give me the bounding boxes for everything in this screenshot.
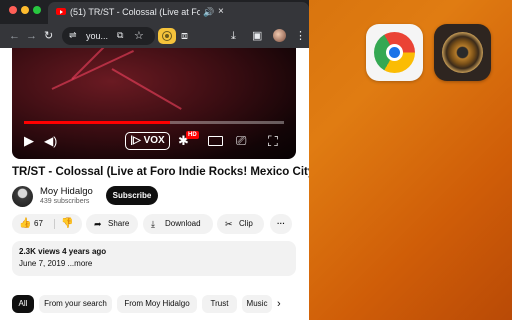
youtube-watch-page: ▶ ◀) |▷ VOX ✱ HD ⎚ ⛶ TR/ST - Colossal (L…	[0, 48, 309, 320]
speaker-cone-icon	[442, 32, 483, 73]
zoom-window-button[interactable]	[33, 6, 41, 14]
like-divider	[54, 219, 55, 229]
browser-toolbar: ← → ↻ ⇌ you... ⧉ ☆ ⧈ ⤓ ▣ ⋮	[0, 24, 309, 48]
chrome-center-icon	[386, 44, 403, 61]
chip-from-your-search[interactable]: From your search	[39, 295, 112, 313]
video-progress-bar[interactable]	[24, 121, 284, 124]
scissors-icon: ✂	[225, 219, 233, 229]
clip-button[interactable]: ✂ Clip	[217, 214, 264, 234]
video-actions: 👍 67 👎 ➦ Share ⤓ Download ✂ Clip ···	[12, 214, 302, 234]
more-actions-button[interactable]: ···	[270, 214, 292, 234]
upload-date[interactable]: June 7, 2019 ...more	[19, 259, 92, 268]
downloads-icon[interactable]: ⤓	[231, 29, 236, 43]
browser-menu-icon[interactable]: ⋮	[295, 29, 306, 43]
address-text[interactable]: you...	[86, 31, 108, 41]
browser-window: (51) TR/ST - Colossal (Live at Foro Indi…	[0, 0, 309, 320]
thumbs-up-icon[interactable]: 👍	[19, 214, 31, 234]
cast-media-icon[interactable]: ⧉	[117, 30, 123, 41]
back-arrow-icon[interactable]: ←	[9, 29, 20, 43]
view-stats: 2.3K views 4 years ago	[19, 247, 107, 256]
chrome-logo-icon	[374, 32, 415, 73]
share-button[interactable]: ➦ Share	[86, 214, 138, 234]
tab-close-icon[interactable]: ×	[218, 6, 224, 17]
video-progress-fill	[24, 121, 170, 124]
chip-trust[interactable]: Trust	[202, 295, 237, 313]
extensions-puzzle-icon[interactable]: ⧈	[181, 29, 188, 43]
tab-bar: (51) TR/ST - Colossal (Live at Foro Indi…	[0, 0, 309, 24]
hd-badge: HD	[186, 131, 199, 139]
description-box[interactable]: 2.3K views 4 years ago June 7, 2019 ...m…	[12, 241, 296, 276]
share-label: Share	[108, 219, 130, 228]
extension-icon	[163, 32, 171, 40]
subscriber-count: 439 subscribers	[40, 198, 90, 205]
play-icon[interactable]: ▶	[24, 133, 34, 149]
vox-button[interactable]: |▷ VOX	[125, 132, 170, 150]
minimize-window-button[interactable]	[21, 6, 29, 14]
youtube-favicon-icon	[56, 8, 66, 15]
google-chrome-app-icon[interactable]	[366, 24, 423, 81]
forward-arrow-icon[interactable]: →	[26, 29, 37, 43]
reload-icon[interactable]: ↻	[44, 29, 53, 43]
cast-icon[interactable]: ⎚	[236, 133, 246, 149]
video-title: TR/ST - Colossal (Live at Foro Indie Roc…	[12, 166, 309, 178]
site-info-icon[interactable]: ⇌	[69, 30, 77, 41]
chip-from-moy-hidalgo[interactable]: From Moy Hidalgo	[117, 295, 197, 313]
chip-music[interactable]: Music	[242, 295, 272, 313]
profile-avatar[interactable]	[273, 29, 286, 42]
like-count[interactable]: 67	[34, 214, 43, 234]
video-frame-light	[111, 68, 182, 110]
related-filter-chips: All From your search From Moy Hidalgo Tr…	[12, 295, 309, 313]
clip-label: Clip	[239, 219, 253, 228]
speaker-app-icon[interactable]	[434, 24, 491, 81]
bookmark-star-icon[interactable]: ☆	[134, 29, 144, 42]
audio-playing-icon[interactable]: 🔊	[203, 7, 214, 18]
channel-avatar[interactable]	[12, 186, 33, 207]
volume-icon[interactable]: ◀)	[44, 133, 57, 149]
like-dislike-group: 👍 67 👎	[12, 214, 82, 234]
share-icon: ➦	[94, 219, 102, 229]
channel-name[interactable]: Moy Hidalgo	[40, 186, 93, 197]
download-label: Download	[165, 219, 201, 228]
side-panel-icon[interactable]: ▣	[252, 29, 262, 43]
subscribe-button[interactable]: Subscribe	[106, 186, 158, 205]
thumbs-down-icon[interactable]: 👎	[61, 214, 73, 234]
chip-all[interactable]: All	[12, 295, 34, 313]
download-icon: ⤓	[151, 219, 155, 229]
chevron-right-icon[interactable]: ›	[277, 295, 281, 313]
extension-button[interactable]	[158, 28, 176, 44]
miniplayer-icon[interactable]	[208, 136, 223, 146]
tab-title: (51) TR/ST - Colossal (Live at Foro Indi…	[70, 7, 200, 17]
fullscreen-icon[interactable]: ⛶	[268, 133, 278, 149]
download-button[interactable]: ⤓ Download	[143, 214, 213, 234]
video-player[interactable]: ▶ ◀) |▷ VOX ✱ HD ⎚ ⛶	[12, 48, 296, 159]
close-window-button[interactable]	[9, 6, 17, 14]
browser-tab[interactable]: (51) TR/ST - Colossal (Live at Foro Indi…	[48, 2, 309, 24]
address-bar[interactable]: ⇌ you... ⧉ ☆	[62, 27, 155, 45]
